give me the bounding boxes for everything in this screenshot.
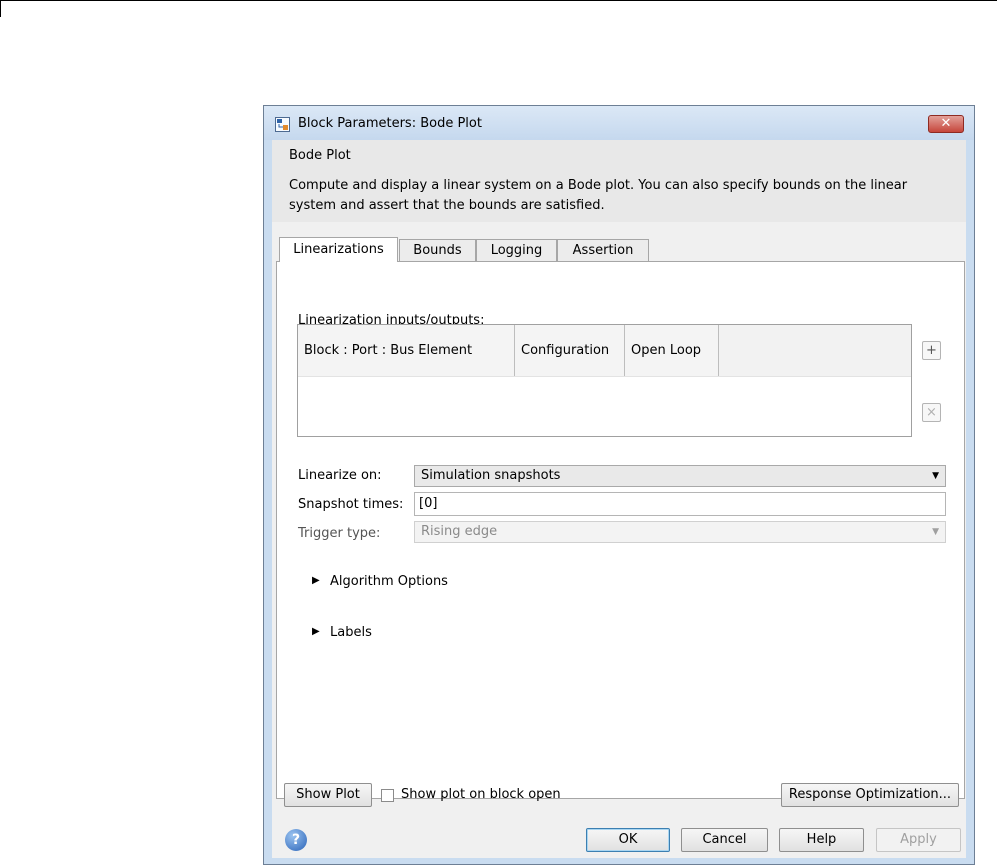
title-bar[interactable]: Block Parameters: Bode Plot ✕: [264, 106, 974, 140]
linearize-on-value: Simulation snapshots: [421, 468, 561, 483]
page-left-rule: [0, 0, 1, 17]
cross-icon: ×: [926, 405, 937, 420]
column-header-open-loop[interactable]: Open Loop: [625, 325, 719, 376]
dialog-client-area: Bode Plot Compute and display a linear s…: [272, 140, 966, 858]
linearizations-panel: Linearization inputs/outputs: Block : Po…: [276, 261, 965, 799]
show-plot-button[interactable]: Show Plot: [284, 783, 372, 807]
tab-bounds[interactable]: Bounds: [399, 239, 476, 261]
simulink-block-icon: [275, 117, 290, 132]
help-circle-icon[interactable]: ?: [285, 829, 307, 851]
remove-io-button[interactable]: ×: [922, 403, 941, 422]
algorithm-options-label: Algorithm Options: [330, 574, 448, 589]
io-table[interactable]: Block : Port : Bus Element Configuration…: [297, 324, 912, 437]
labels-label: Labels: [330, 625, 372, 640]
dropdown-arrow-icon: ▼: [932, 527, 939, 537]
tab-logging[interactable]: Logging: [476, 239, 557, 261]
help-button[interactable]: Help: [779, 828, 864, 852]
block-parameters-dialog: Block Parameters: Bode Plot ✕ Bode Plot …: [263, 105, 975, 865]
cancel-button[interactable]: Cancel: [681, 828, 768, 852]
show-plot-on-open-label: Show plot on block open: [401, 787, 561, 802]
close-icon: ✕: [940, 116, 952, 131]
expand-triangle-icon: ▶: [312, 626, 320, 637]
snapshot-times-value: [0]: [419, 496, 438, 511]
trigger-type-value: Rising edge: [421, 524, 498, 539]
response-optimization-button[interactable]: Response Optimization...: [781, 783, 959, 807]
linearize-on-label: Linearize on:: [298, 468, 382, 483]
column-header-configuration[interactable]: Configuration: [515, 325, 625, 376]
snapshot-times-label: Snapshot times:: [298, 497, 404, 512]
plus-icon: +: [926, 343, 937, 358]
apply-button[interactable]: Apply: [876, 828, 961, 852]
group-title: Bode Plot: [289, 148, 351, 163]
block-description: Compute and display a linear system on a…: [289, 178, 908, 213]
tab-linearizations[interactable]: Linearizations: [279, 237, 398, 262]
trigger-type-label: Trigger type:: [298, 526, 381, 541]
block-description-group: Bode Plot Compute and display a linear s…: [272, 140, 966, 222]
io-table-header: Block : Port : Bus Element Configuration…: [298, 325, 911, 377]
page-top-rule: [0, 0, 997, 1]
tab-assertion[interactable]: Assertion: [557, 239, 649, 261]
trigger-type-select[interactable]: Rising edge ▼: [414, 521, 946, 543]
snapshot-times-input[interactable]: [0]: [414, 492, 946, 516]
dropdown-arrow-icon: ▼: [932, 471, 939, 481]
add-io-button[interactable]: +: [922, 341, 941, 360]
show-plot-on-open-checkbox[interactable]: [381, 789, 394, 802]
linearize-on-select[interactable]: Simulation snapshots ▼: [414, 465, 946, 487]
window-title: Block Parameters: Bode Plot: [298, 116, 482, 131]
expand-triangle-icon: ▶: [312, 575, 320, 586]
close-button[interactable]: ✕: [928, 115, 964, 133]
column-header-block-port[interactable]: Block : Port : Bus Element: [298, 325, 515, 376]
ok-button[interactable]: OK: [586, 828, 670, 852]
